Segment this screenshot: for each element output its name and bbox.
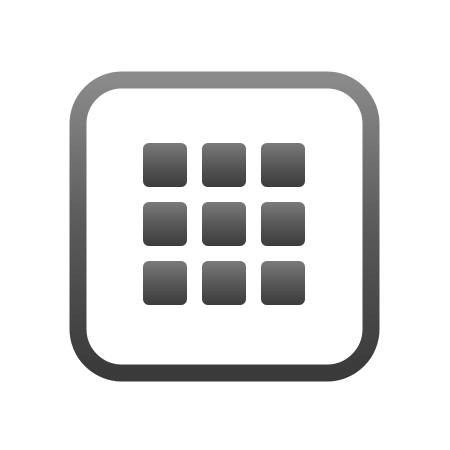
- app-grid-icon-graphic: [69, 71, 380, 382]
- grid-tile: [143, 202, 187, 246]
- grid-tile: [202, 143, 246, 187]
- grid-tile: [143, 261, 187, 305]
- grid-tile: [202, 202, 246, 246]
- grid-tile: [202, 261, 246, 305]
- grid-tile: [261, 143, 305, 187]
- app-grid-icon[interactable]: [68, 70, 381, 383]
- tile-grid: [143, 143, 305, 305]
- grid-tile: [143, 143, 187, 187]
- grid-tile: [261, 261, 305, 305]
- grid-tile: [261, 202, 305, 246]
- icon-canvas: [0, 0, 450, 450]
